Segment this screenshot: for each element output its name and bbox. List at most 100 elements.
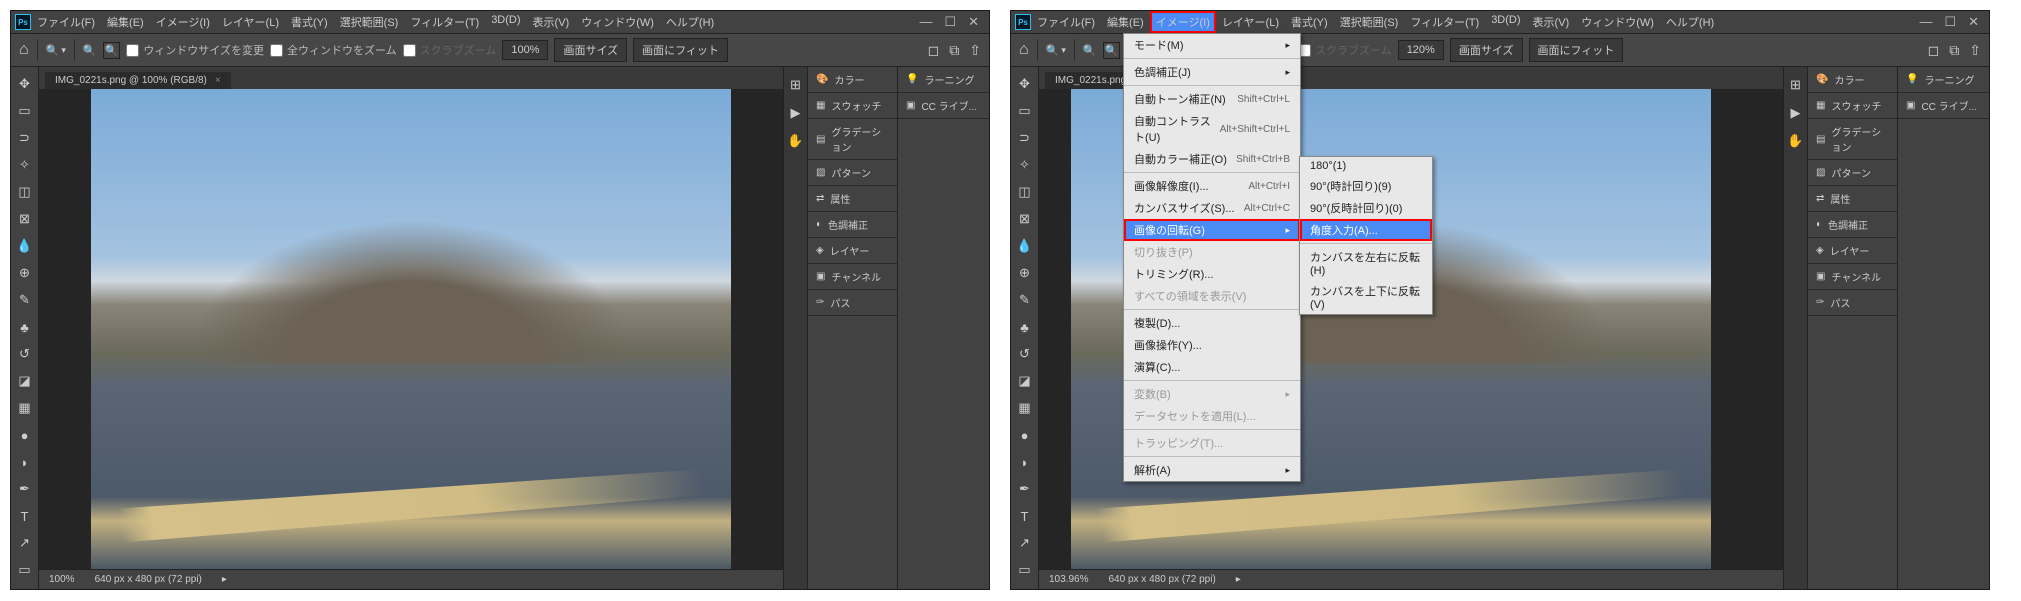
minimize-icon[interactable]: — — [919, 14, 932, 30]
eyedropper-tool-icon[interactable]: 💧 — [16, 237, 34, 255]
eraser-tool-icon[interactable]: ◪ — [1016, 372, 1034, 390]
history-brush-icon[interactable]: ↺ — [16, 345, 34, 363]
type-tool-icon[interactable]: T — [16, 507, 34, 525]
panel-layers[interactable]: ◈レイヤー — [808, 238, 897, 264]
panel-gradient[interactable]: ▤グラデーション — [808, 119, 897, 160]
wand-tool-icon[interactable]: ✧ — [16, 156, 34, 174]
move-tool-icon[interactable]: ✥ — [1016, 75, 1034, 93]
frame-tool-icon[interactable]: ⊠ — [1016, 210, 1034, 228]
pen-tool-icon[interactable]: ✒ — [1016, 480, 1034, 498]
frame-tool-icon[interactable]: ⊠ — [16, 210, 34, 228]
close-icon[interactable]: ✕ — [968, 14, 979, 30]
panel-color[interactable]: 🎨カラー — [808, 67, 897, 93]
menu-apply-image[interactable]: 画像操作(Y)... — [1124, 334, 1300, 356]
move-tool-icon[interactable]: ✥ — [16, 75, 34, 93]
gradient-tool-icon[interactable]: ▦ — [1016, 399, 1034, 417]
menu-adjustments[interactable]: 色調補正(J) — [1124, 61, 1300, 83]
play-icon[interactable]: ▶ — [1791, 105, 1801, 121]
panel-learning[interactable]: 💡ラーニング — [898, 67, 989, 93]
zoom-level[interactable]: 103.96% — [1049, 574, 1088, 585]
play-icon[interactable]: ▶ — [791, 105, 801, 121]
eyedropper-tool-icon[interactable]: 💧 — [1016, 237, 1034, 255]
zoom-tool-icon[interactable]: 🔍 — [46, 44, 60, 57]
menu-help[interactable]: ヘルプ(H) — [1660, 11, 1720, 33]
panel-color[interactable]: 🎨カラー — [1808, 67, 1897, 93]
scrub-zoom-check[interactable] — [403, 44, 416, 57]
menu-view[interactable]: 表示(V) — [1527, 11, 1576, 33]
shape-tool-icon[interactable]: ▭ — [1016, 561, 1034, 579]
zoom-out-icon[interactable]: 🔍 — [103, 42, 121, 59]
menu-auto-color[interactable]: 自動カラー補正(O)Shift+Ctrl+B — [1124, 148, 1300, 170]
color-panel-icon[interactable]: ⊞ — [790, 77, 801, 93]
panel-swatch[interactable]: ▦スウォッチ — [1808, 93, 1897, 119]
close-icon[interactable]: ✕ — [1968, 14, 1979, 30]
share-icon[interactable]: ⇧ — [969, 42, 981, 59]
menu-window[interactable]: ウィンドウ(W) — [575, 11, 660, 33]
lasso-tool-icon[interactable]: ⊃ — [16, 129, 34, 147]
fit-screen-button[interactable]: 画面サイズ — [1450, 38, 1523, 62]
menu-window[interactable]: ウィンドウ(W) — [1575, 11, 1660, 33]
menu-layer[interactable]: レイヤー(L) — [1216, 11, 1285, 33]
panel-properties[interactable]: ⇄属性 — [808, 186, 897, 212]
menu-view[interactable]: 表示(V) — [527, 11, 576, 33]
crop-tool-icon[interactable]: ◫ — [1016, 183, 1034, 201]
gradient-tool-icon[interactable]: ▦ — [16, 399, 34, 417]
minimize-icon[interactable]: — — [1919, 14, 1932, 30]
panel-cclib[interactable]: ▣CC ライブ... — [898, 93, 989, 119]
rotate-180[interactable]: 180°(1) — [1300, 157, 1432, 175]
path-tool-icon[interactable]: ↗ — [1016, 534, 1034, 552]
search-icon[interactable]: ◻ — [1928, 42, 1940, 59]
menu-auto-tone[interactable]: 自動トーン補正(N)Shift+Ctrl+L — [1124, 88, 1300, 110]
fit-screen-button[interactable]: 画面サイズ — [554, 38, 627, 62]
menu-filter[interactable]: フィルター(T) — [404, 11, 485, 33]
zoom-100-button[interactable]: 120% — [1398, 40, 1444, 60]
dodge-tool-icon[interactable]: ◗ — [1016, 453, 1034, 471]
path-tool-icon[interactable]: ↗ — [16, 534, 34, 552]
menu-layer[interactable]: レイヤー(L) — [216, 11, 285, 33]
heal-tool-icon[interactable]: ⊕ — [1016, 264, 1034, 282]
shape-tool-icon[interactable]: ▭ — [16, 561, 34, 579]
panel-properties[interactable]: ⇄属性 — [1808, 186, 1897, 212]
menu-select[interactable]: 選択範囲(S) — [334, 11, 405, 33]
panel-layers[interactable]: ◈レイヤー — [1808, 238, 1897, 264]
panel-cclib[interactable]: ▣CC ライブ... — [1898, 93, 1989, 119]
menu-analysis[interactable]: 解析(A) — [1124, 459, 1300, 481]
stamp-tool-icon[interactable]: ♣ — [16, 318, 34, 336]
rotate-arbitrary[interactable]: 角度入力(A)... — [1300, 219, 1432, 241]
panel-adjustments[interactable]: ◐色調補正 — [808, 212, 897, 238]
panel-learning[interactable]: 💡ラーニング — [1898, 67, 1989, 93]
zoom-in-icon[interactable]: 🔍 — [1083, 44, 1097, 57]
maximize-icon[interactable]: ☐ — [1944, 14, 1956, 30]
rotate-90cw[interactable]: 90°(時計回り)(9) — [1300, 175, 1432, 197]
heal-tool-icon[interactable]: ⊕ — [16, 264, 34, 282]
fit-window-button[interactable]: 画面にフィット — [633, 38, 728, 62]
panel-paths[interactable]: ✑パス — [808, 290, 897, 316]
stamp-tool-icon[interactable]: ♣ — [1016, 318, 1034, 336]
all-windows-check[interactable] — [270, 44, 283, 57]
menu-auto-contrast[interactable]: 自動コントラスト(U)Alt+Shift+Ctrl+L — [1124, 110, 1300, 148]
menu-select[interactable]: 選択範囲(S) — [1334, 11, 1405, 33]
type-tool-icon[interactable]: T — [1016, 507, 1034, 525]
status-arrow-icon[interactable]: ▸ — [1236, 574, 1241, 585]
workspace-icon[interactable]: ⧉ — [1949, 42, 1959, 59]
menu-image-size[interactable]: 画像解像度(I)...Alt+Ctrl+I — [1124, 175, 1300, 197]
hand-icon[interactable]: ✋ — [1787, 133, 1803, 149]
menu-image[interactable]: イメージ(I) — [150, 11, 216, 33]
menu-3d[interactable]: 3D(D) — [1485, 11, 1526, 33]
home-icon[interactable]: ⌂ — [1019, 41, 1029, 59]
menu-file[interactable]: ファイル(F) — [31, 11, 101, 33]
panel-pattern[interactable]: ▧パターン — [808, 160, 897, 186]
menu-image-rotation[interactable]: 画像の回転(G) — [1124, 219, 1300, 241]
fit-window-button[interactable]: 画面にフィット — [1529, 38, 1624, 62]
panel-paths[interactable]: ✑パス — [1808, 290, 1897, 316]
wand-tool-icon[interactable]: ✧ — [1016, 156, 1034, 174]
menu-calculations[interactable]: 演算(C)... — [1124, 356, 1300, 378]
flip-vertical[interactable]: カンバスを上下に反転(V) — [1300, 280, 1432, 314]
brush-tool-icon[interactable]: ✎ — [16, 291, 34, 309]
menu-3d[interactable]: 3D(D) — [485, 11, 526, 33]
home-icon[interactable]: ⌂ — [19, 41, 29, 59]
menu-type[interactable]: 書式(Y) — [285, 11, 334, 33]
zoom-level[interactable]: 100% — [49, 574, 75, 585]
blur-tool-icon[interactable]: ● — [1016, 426, 1034, 444]
workspace-icon[interactable]: ⧉ — [949, 42, 959, 59]
